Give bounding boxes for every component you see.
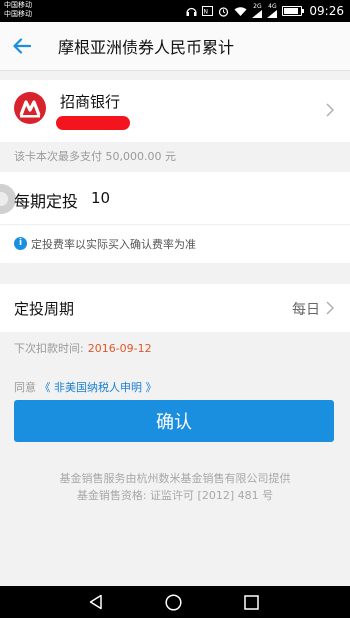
nfc-icon: N	[202, 6, 214, 16]
bank-logo	[14, 92, 46, 124]
next-debit-label: 下次扣款时间:	[14, 342, 84, 355]
nav-recents-icon[interactable]	[244, 595, 259, 610]
amount-row: 每期定投 10	[0, 172, 350, 224]
confirm-button[interactable]: 确认	[14, 400, 334, 442]
agreement-row: 同意 《 非美国纳税人申明 》	[14, 379, 157, 395]
redacted-card-number	[56, 116, 130, 130]
carrier-1: 中国移动	[4, 1, 32, 9]
cmb-logo-icon	[19, 100, 41, 118]
fee-note: 定投费率以实际买入确认费率为准	[31, 238, 196, 251]
fee-note-row: i 定投费率以实际买入确认费率为准	[0, 224, 350, 263]
nav-home-icon[interactable]	[165, 594, 182, 611]
card-limit-text: 该卡本次最多支付 50,000.00 元	[14, 150, 176, 163]
title-bar: 摩根亚洲债券人民币累计	[0, 22, 350, 71]
period-label: 定投周期	[14, 300, 75, 318]
period-value: 每日	[292, 302, 320, 318]
bank-card-selector[interactable]: 招商银行	[0, 80, 350, 142]
network-1: 2G	[252, 4, 263, 18]
wifi-icon	[234, 7, 247, 16]
svg-text:N: N	[204, 9, 209, 16]
period-selector[interactable]: 定投周期 每日	[0, 284, 350, 332]
navigation-bar	[0, 586, 350, 618]
chevron-right-icon	[326, 103, 334, 117]
headphones-icon	[186, 7, 198, 16]
amount-input[interactable]: 10	[91, 189, 110, 207]
status-icons: N 2G 4G 09:26	[186, 0, 344, 22]
amount-label: 每期定投	[14, 192, 79, 211]
agreement-link[interactable]: 《 非美国纳税人申明 》	[40, 381, 157, 394]
footer-provider: 基金销售服务由杭州数米基金销售有限公司提供	[59, 472, 291, 485]
battery-icon	[282, 6, 305, 16]
footer-license: 基金销售资格: 证监许可 [2012] 481 号	[76, 489, 274, 502]
status-bar: 中国移动 中国移动 N 2G 4G 09:26	[0, 0, 350, 22]
chevron-right-icon	[326, 301, 334, 315]
bank-name: 招商银行	[60, 93, 121, 111]
agreement-prefix: 同意	[14, 381, 36, 394]
next-debit-date: 2016-09-12	[87, 342, 152, 355]
carrier-2: 中国移动	[4, 10, 32, 18]
next-debit-row: 下次扣款时间: 2016-09-12	[14, 340, 152, 356]
page-title: 摩根亚洲债券人民币累计	[58, 38, 235, 57]
back-button[interactable]	[0, 22, 44, 70]
info-icon: i	[14, 237, 27, 250]
signal-2-icon	[267, 10, 278, 18]
clock: 09:26	[309, 4, 344, 18]
network-2: 4G	[267, 4, 278, 18]
back-arrow-icon	[13, 38, 31, 54]
signal-1-icon	[252, 10, 263, 18]
carrier-info: 中国移动 中国移动	[4, 1, 32, 19]
nav-back-icon[interactable]	[88, 594, 104, 610]
alarm-icon	[219, 6, 229, 17]
